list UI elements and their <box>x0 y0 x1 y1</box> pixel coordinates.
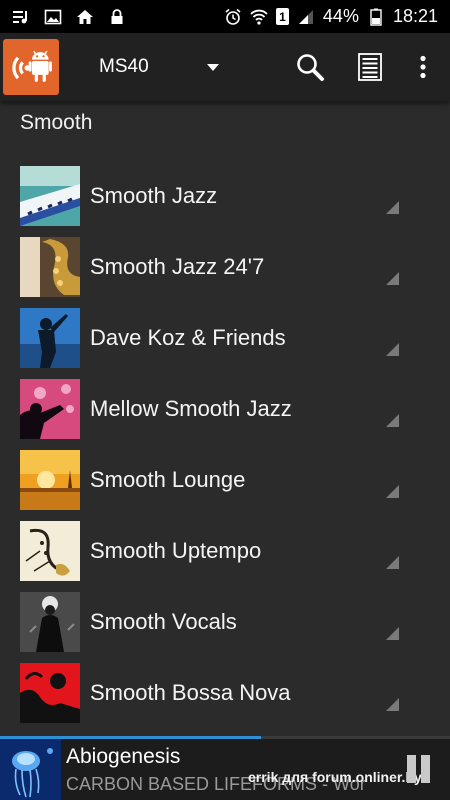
channel-item[interactable]: Smooth Bossa Nova <box>0 660 450 731</box>
channel-label: Mellow Smooth Jazz <box>90 396 292 421</box>
clock-time: 18:21 <box>392 6 438 26</box>
channel-list: Smooth Jazz Smooth Jazz 24'7 Dave Koz & … <box>0 163 450 731</box>
keyboard-art <box>20 166 80 226</box>
home-icon <box>76 8 94 26</box>
red-black-art <box>20 663 80 723</box>
signal-icon <box>297 8 315 26</box>
sim-icon: 1 <box>275 8 289 25</box>
corner-indicator-icon <box>386 201 399 214</box>
lock-icon <box>108 8 126 26</box>
battery-icon <box>367 8 385 26</box>
android-radio-logo-icon <box>12 50 52 82</box>
now-playing-bar[interactable]: Abiogenesis CARBON BASED LIFEFORMS - Wor… <box>0 736 450 800</box>
search-icon <box>297 54 324 81</box>
section-title: Smooth <box>20 111 93 134</box>
channel-item[interactable]: Smooth Lounge <box>0 447 450 518</box>
corner-indicator-icon <box>386 272 399 285</box>
channel-label: Dave Koz & Friends <box>90 325 286 350</box>
progress-track <box>0 736 450 739</box>
channel-item[interactable]: Mellow Smooth Jazz <box>0 376 450 447</box>
corner-indicator-icon <box>386 627 399 640</box>
alarm-icon <box>224 8 242 26</box>
more-options-button[interactable] <box>410 33 436 101</box>
music-queue-icon <box>12 8 30 26</box>
wifi-icon <box>250 8 268 26</box>
corner-indicator-icon <box>386 698 399 711</box>
channel-label: Smooth Jazz 24'7 <box>90 254 265 279</box>
sunset-art <box>20 450 80 510</box>
playlist-icon <box>358 53 382 81</box>
corner-indicator-icon <box>386 556 399 569</box>
channel-item[interactable]: Smooth Vocals <box>0 589 450 660</box>
channel-item[interactable]: Smooth Jazz 24'7 <box>0 234 450 305</box>
channel-label: Smooth Uptempo <box>90 538 262 563</box>
image-icon <box>44 8 62 26</box>
status-bar: 1 44% 18:21 <box>0 0 450 33</box>
more-vert-icon <box>420 55 426 79</box>
sax-player-pink-art <box>20 379 80 439</box>
channel-label: Smooth Vocals <box>90 609 237 634</box>
channel-label: Smooth Bossa Nova <box>90 680 291 705</box>
singer-art <box>20 592 80 652</box>
corner-indicator-icon <box>386 414 399 427</box>
sax-sketch-art <box>20 521 80 581</box>
channel-label: Smooth Lounge <box>90 467 246 492</box>
playlist-button[interactable] <box>354 33 386 101</box>
channel-item[interactable]: Smooth Uptempo <box>0 518 450 589</box>
pause-icon-bar-left <box>407 755 416 783</box>
watermark-text: errik для forum.onliner.by <box>248 769 422 785</box>
station-name: MS40 <box>99 56 149 77</box>
app-bar: MS40 <box>0 33 450 101</box>
corner-indicator-icon <box>386 343 399 356</box>
corner-indicator-icon <box>386 485 399 498</box>
saxophone-art <box>20 237 80 297</box>
app-logo[interactable] <box>3 39 59 95</box>
search-button[interactable] <box>290 33 330 101</box>
track-title: Abiogenesis <box>66 745 181 768</box>
jellyfish-art <box>0 739 61 800</box>
channel-item[interactable]: Smooth Jazz <box>0 163 450 234</box>
pause-icon-bar-right <box>421 755 430 783</box>
channel-item[interactable]: Dave Koz & Friends <box>0 305 450 376</box>
battery-percent: 44% <box>322 6 359 26</box>
channel-label: Smooth Jazz <box>90 183 218 208</box>
station-dropdown[interactable]: MS40 <box>99 56 219 78</box>
dropdown-arrow-icon <box>207 63 219 71</box>
pause-button[interactable] <box>406 755 432 785</box>
sim-slot-label: 1 <box>279 9 286 24</box>
sax-silhouette-art <box>20 308 80 368</box>
